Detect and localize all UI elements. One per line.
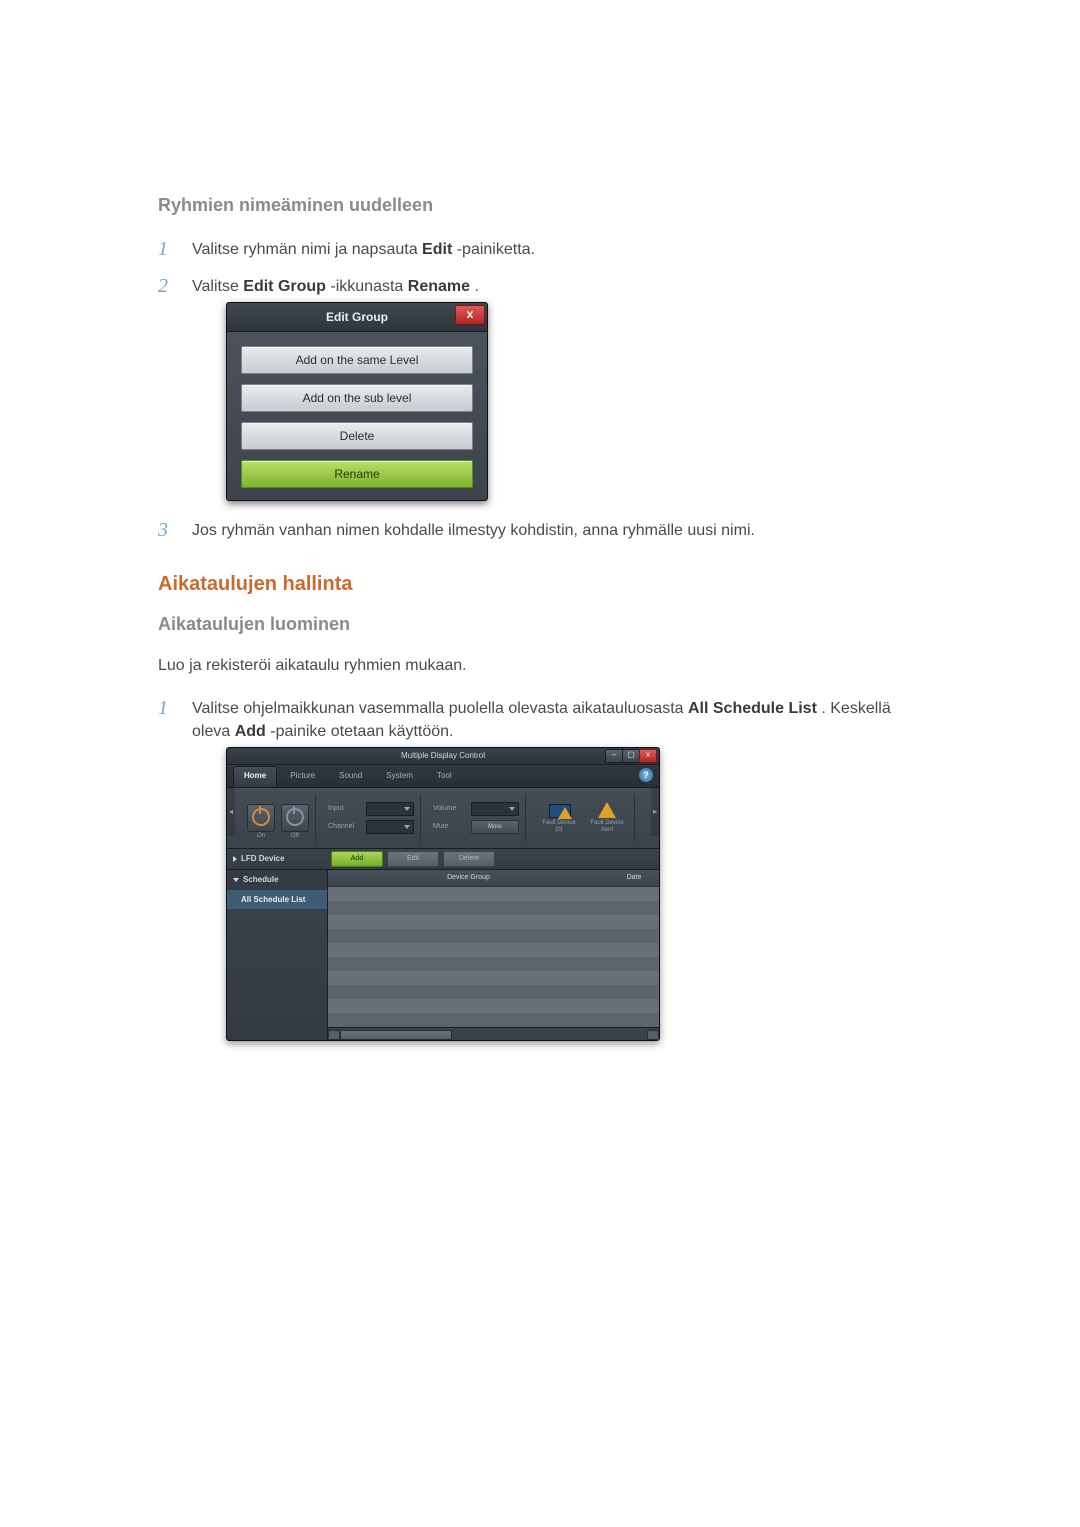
step-2-text-c: .: [474, 278, 478, 295]
schedule-table-header: Device Group Date: [328, 870, 659, 887]
tab-tool[interactable]: Tool: [426, 766, 463, 787]
toolbar-scroll-left-icon[interactable]: ◂: [227, 788, 235, 836]
step-1-bold: Edit: [422, 241, 452, 258]
rename-button[interactable]: Rename: [241, 460, 473, 488]
mdc-toolbar: ◂ On Off: [227, 788, 659, 849]
sidebar-item-all-schedule-list[interactable]: All Schedule List: [227, 890, 327, 910]
step-3-text: Jos ryhmän vanhan nimen kohdalle ilmesty…: [192, 522, 755, 539]
fault-alert-indicator[interactable]: Fault Device Alert: [586, 802, 628, 833]
close-window-icon[interactable]: x: [639, 749, 657, 763]
schedule-step-1-bold-a: All Schedule List: [688, 700, 817, 717]
lfd-device-label: LFD Device: [241, 853, 285, 865]
schedule-step-1-a: Valitse ohjelmaikkunan vasemmalla puolel…: [192, 700, 688, 717]
mdc-window-title-text: Multiple Display Control: [401, 751, 485, 760]
section-renaming-heading: Ryhmien nimeäminen uudelleen: [158, 195, 922, 216]
power-group: On Off: [241, 794, 316, 842]
mute-label: Mute: [433, 822, 467, 832]
col-device-group[interactable]: Device Group: [328, 870, 609, 886]
volume-label: Volume: [433, 804, 467, 814]
step-3: Jos ryhmän vanhan nimen kohdalle ilmesty…: [158, 519, 922, 542]
lfd-device-row[interactable]: LFD Device: [233, 853, 327, 865]
schedule-step-1-c: -painike otetaan käyttöön.: [270, 723, 453, 740]
mdc-action-bar: LFD Device Add Edit Delete: [227, 849, 659, 870]
step-2-bold-a: Edit Group: [243, 278, 326, 295]
edit-group-dialog-body: Add on the same Level Add on the sub lev…: [227, 332, 487, 500]
fault-alert-label: Fault Device Alert: [590, 820, 623, 833]
section-schedules-heading: Aikataulujen hallinta: [158, 573, 922, 596]
step-2-text-a: Valitse: [192, 278, 243, 295]
mdc-window: Multiple Display Control – ▢ x Home Pict…: [226, 747, 660, 1041]
maximize-icon[interactable]: ▢: [622, 749, 640, 763]
mdc-body: Schedule All Schedule List Device Group …: [227, 870, 659, 1040]
tab-home[interactable]: Home: [233, 766, 277, 787]
delete-button-toolbar[interactable]: Delete: [443, 851, 495, 867]
tab-sound[interactable]: Sound: [328, 766, 373, 787]
edit-group-dialog: Edit Group x Add on the same Level Add o…: [226, 302, 488, 501]
schedule-step-1: Valitse ohjelmaikkunan vasemmalla puolel…: [158, 697, 922, 1041]
schedule-step-1-bold-b: Add: [235, 723, 266, 740]
power-on-button[interactable]: On: [247, 804, 275, 832]
chevron-down-icon: [233, 878, 239, 882]
channel-label: Channel: [328, 822, 362, 832]
sidebar-item-label: All Schedule List: [241, 895, 305, 904]
mdc-tabs: Home Picture Sound System Tool ?: [227, 765, 659, 788]
add-button[interactable]: Add: [331, 851, 383, 867]
add-same-level-button[interactable]: Add on the same Level: [241, 346, 473, 374]
input-channel-group: Input Channel: [322, 794, 421, 842]
schedule-table-rows: [328, 887, 659, 1027]
step-2-text-b: -ikkunasta: [330, 278, 407, 295]
minimize-icon[interactable]: –: [605, 749, 623, 763]
power-off-button[interactable]: Off: [281, 804, 309, 832]
power-on-label: On: [248, 832, 274, 841]
input-label: Input: [328, 804, 362, 814]
step-1: Valitse ryhmän nimi ja napsauta Edit -pa…: [158, 238, 922, 261]
step-2-bold-b: Rename: [408, 278, 470, 295]
mdc-sidebar: Schedule All Schedule List: [227, 870, 328, 1040]
step-1-text-a: Valitse ryhmän nimi ja napsauta: [192, 241, 422, 258]
schedule-intro-text: Luo ja rekisteröi aikataulu ryhmien muka…: [158, 657, 922, 675]
delete-button[interactable]: Delete: [241, 422, 473, 450]
tab-picture[interactable]: Picture: [279, 766, 326, 787]
edit-group-dialog-title-text: Edit Group: [326, 310, 388, 324]
toolbar-scroll-right-icon[interactable]: ▸: [651, 788, 659, 836]
edit-button[interactable]: Edit: [387, 851, 439, 867]
help-icon[interactable]: ?: [639, 768, 653, 782]
fault-device-label: Fault Device (0): [542, 820, 575, 833]
col-date[interactable]: Date: [609, 870, 659, 886]
horizontal-scrollbar[interactable]: [328, 1027, 659, 1040]
more-button[interactable]: More: [471, 820, 519, 834]
mdc-main-area: Device Group Date: [328, 870, 659, 1040]
volume-group: Volume Mute More: [427, 794, 526, 842]
fault-group: Fault Device (0) Fault Device Alert: [532, 794, 635, 842]
step-2: Valitse Edit Group -ikkunasta Rename . E…: [158, 275, 922, 501]
fault-device-indicator[interactable]: Fault Device (0): [538, 802, 580, 833]
power-off-label: Off: [282, 832, 308, 841]
section-schedule-create-heading: Aikataulujen luominen: [158, 614, 922, 635]
input-select[interactable]: [366, 802, 414, 816]
chevron-right-icon: [233, 856, 237, 862]
tab-system[interactable]: System: [375, 766, 424, 787]
step-1-text-b: -painiketta.: [457, 241, 535, 258]
mdc-window-title: Multiple Display Control – ▢ x: [227, 748, 659, 765]
volume-select[interactable]: [471, 802, 519, 816]
sidebar-schedule-label: Schedule: [243, 874, 279, 886]
close-icon[interactable]: x: [455, 305, 485, 325]
edit-group-dialog-title: Edit Group x: [227, 303, 487, 332]
sidebar-schedule-header[interactable]: Schedule: [227, 870, 327, 890]
add-sub-level-button[interactable]: Add on the sub level: [241, 384, 473, 412]
channel-select[interactable]: [366, 820, 414, 834]
